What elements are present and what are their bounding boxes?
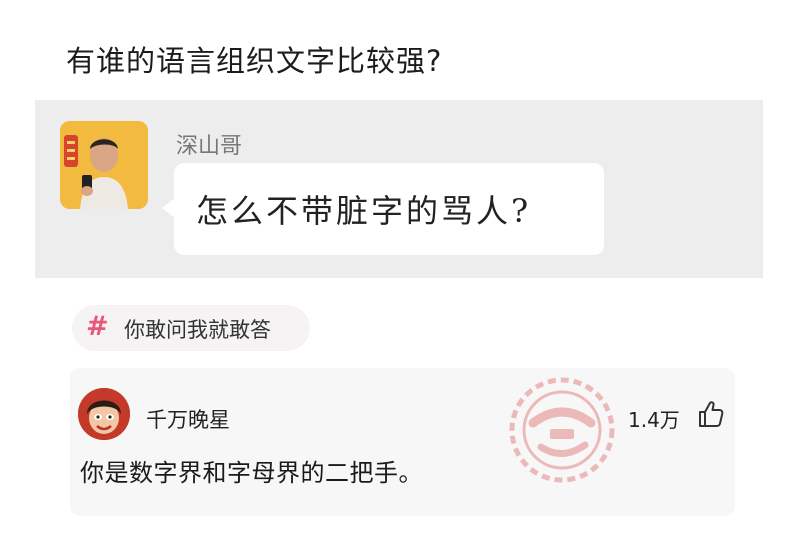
- asker-avatar[interactable]: [60, 121, 148, 209]
- hash-icon: #: [86, 311, 109, 342]
- thumb-up-icon[interactable]: [698, 400, 724, 428]
- page-title: 有谁的语言组织文字比较强?: [66, 44, 443, 78]
- answerer-name: 千万晚星: [146, 408, 230, 432]
- stamp-watermark: [503, 371, 621, 489]
- topic-label: 你敢问我就敢答: [124, 318, 271, 342]
- bubble-text: 怎么不带脏字的骂人?: [196, 192, 532, 230]
- answer-text: 你是数字界和字母界的二把手。: [80, 459, 423, 487]
- like-count: 1.4万: [628, 408, 680, 432]
- answer-card: [70, 368, 735, 516]
- answerer-avatar[interactable]: [78, 388, 130, 440]
- asker-name: 深山哥: [176, 134, 243, 159]
